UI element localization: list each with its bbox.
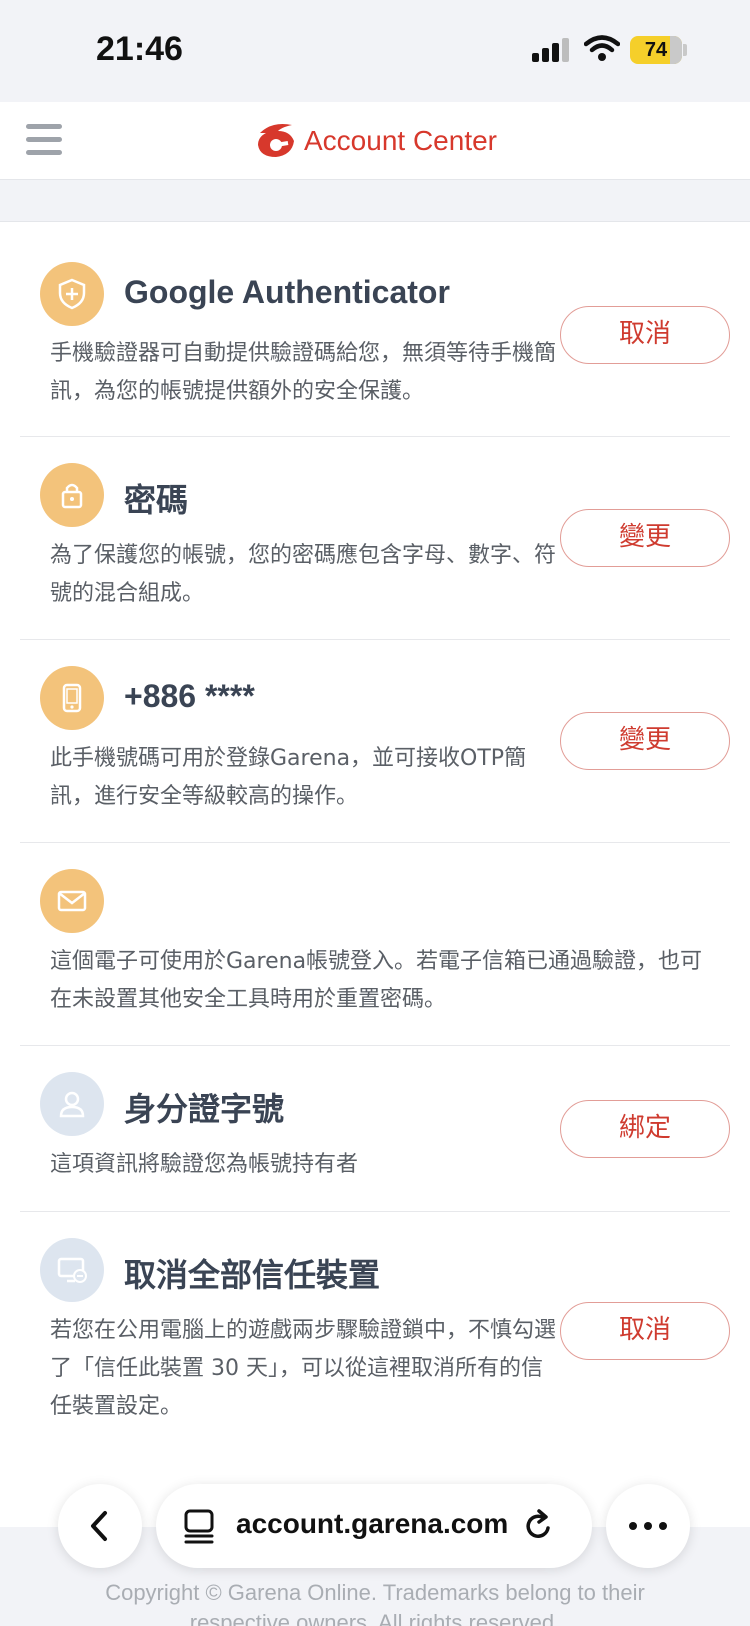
item-title: 取消全部信任裝置 bbox=[124, 1257, 381, 1293]
hamburger-icon[interactable] bbox=[26, 124, 62, 156]
list-item-password: 密碼 為了保護您的帳號，您的密碼應包含字母、數字、符號的混合組成。 變更 bbox=[20, 437, 730, 640]
garena-logo[interactable]: Account Center bbox=[252, 118, 497, 164]
url-text: account.garena.com bbox=[236, 1508, 509, 1539]
header-divider bbox=[0, 180, 750, 222]
phone-icon bbox=[40, 666, 104, 730]
mail-icon bbox=[40, 869, 104, 933]
cancel-authenticator-button[interactable]: 取消 bbox=[560, 306, 730, 364]
change-phone-button[interactable]: 變更 bbox=[560, 712, 730, 770]
page-title: Account Center bbox=[304, 125, 497, 156]
chevron-left-icon bbox=[91, 1511, 107, 1541]
browser-toolbar: account.garena.com bbox=[0, 1484, 750, 1568]
list-item-google-authenticator: Google Authenticator 手機驗證器可自動提供驗證碼給您，無須等… bbox=[20, 222, 730, 437]
more-button[interactable] bbox=[606, 1484, 690, 1568]
garena-logo-icon bbox=[258, 124, 294, 157]
shield-icon bbox=[40, 262, 104, 326]
lock-icon bbox=[40, 463, 104, 527]
page-icon bbox=[184, 1509, 214, 1544]
status-time: 21:46 bbox=[96, 30, 183, 68]
item-description: 此手機號碼可用於登錄Garena，並可接收OTP簡訊，進行安全等級較高的操作。 bbox=[50, 746, 527, 809]
item-description: 若您在公用電腦上的遊戲兩步驟驗證鎖中，不慎勾選了「信任此裝置 30 天」，可以從… bbox=[50, 1318, 557, 1419]
back-button[interactable] bbox=[58, 1484, 142, 1568]
list-item-email: 這個電子可使用於Garena帳號登入。若電子信箱已通過驗證，也可在未設置其他安全… bbox=[20, 843, 730, 1046]
item-title: Google Authenticator bbox=[124, 274, 450, 310]
signal-icon bbox=[532, 38, 570, 62]
battery-icon: 74 bbox=[630, 36, 682, 64]
list-item-id-number: 身分證字號 這項資訊將驗證您為帳號持有者 綁定 bbox=[20, 1046, 730, 1212]
list-item-trusted-devices: 取消全部信任裝置 若您在公用電腦上的遊戲兩步驟驗證鎖中，不慎勾選了「信任此裝置 … bbox=[20, 1212, 730, 1452]
item-description: 這項資訊將驗證您為帳號持有者 bbox=[50, 1152, 359, 1177]
item-title: 身分證字號 bbox=[124, 1091, 285, 1127]
copyright-line-1: Copyright © Garena Online. Trademarks be… bbox=[105, 1580, 645, 1605]
item-title: +886 **** bbox=[124, 678, 255, 714]
item-description: 手機驗證器可自動提供驗證碼給您，無須等待手機簡訊，為您的帳號提供額外的安全保護。 bbox=[50, 341, 557, 404]
change-password-button[interactable]: 變更 bbox=[560, 509, 730, 567]
copyright-footer: Copyright © Garena Online. Trademarks be… bbox=[0, 1578, 750, 1626]
reload-icon[interactable] bbox=[522, 1508, 556, 1544]
list-item-phone: +886 **** 此手機號碼可用於登錄Garena，並可接收OTP簡訊，進行安… bbox=[20, 640, 730, 843]
address-bar[interactable]: account.garena.com bbox=[156, 1484, 592, 1568]
status-bar: 21:46 74 bbox=[0, 0, 750, 102]
item-title: 密碼 bbox=[124, 482, 189, 518]
app-header: Account Center bbox=[0, 102, 750, 180]
item-description: 為了保護您的帳號，您的密碼應包含字母、數字、符號的混合組成。 bbox=[50, 543, 557, 606]
wifi-icon bbox=[584, 35, 620, 61]
copyright-line-2: respective owners. All rights reserved. bbox=[189, 1610, 561, 1626]
bind-id-button[interactable]: 綁定 bbox=[560, 1100, 730, 1158]
security-list: Google Authenticator 手機驗證器可自動提供驗證碼給您，無須等… bbox=[0, 222, 750, 1527]
more-icon bbox=[629, 1522, 667, 1530]
item-description: 這個電子可使用於Garena帳號登入。若電子信箱已通過驗證，也可在未設置其他安全… bbox=[50, 949, 703, 1012]
battery-level: 74 bbox=[644, 39, 668, 61]
id-card-icon bbox=[40, 1072, 104, 1136]
cancel-trusted-devices-button[interactable]: 取消 bbox=[560, 1302, 730, 1360]
monitor-remove-icon bbox=[40, 1238, 104, 1302]
